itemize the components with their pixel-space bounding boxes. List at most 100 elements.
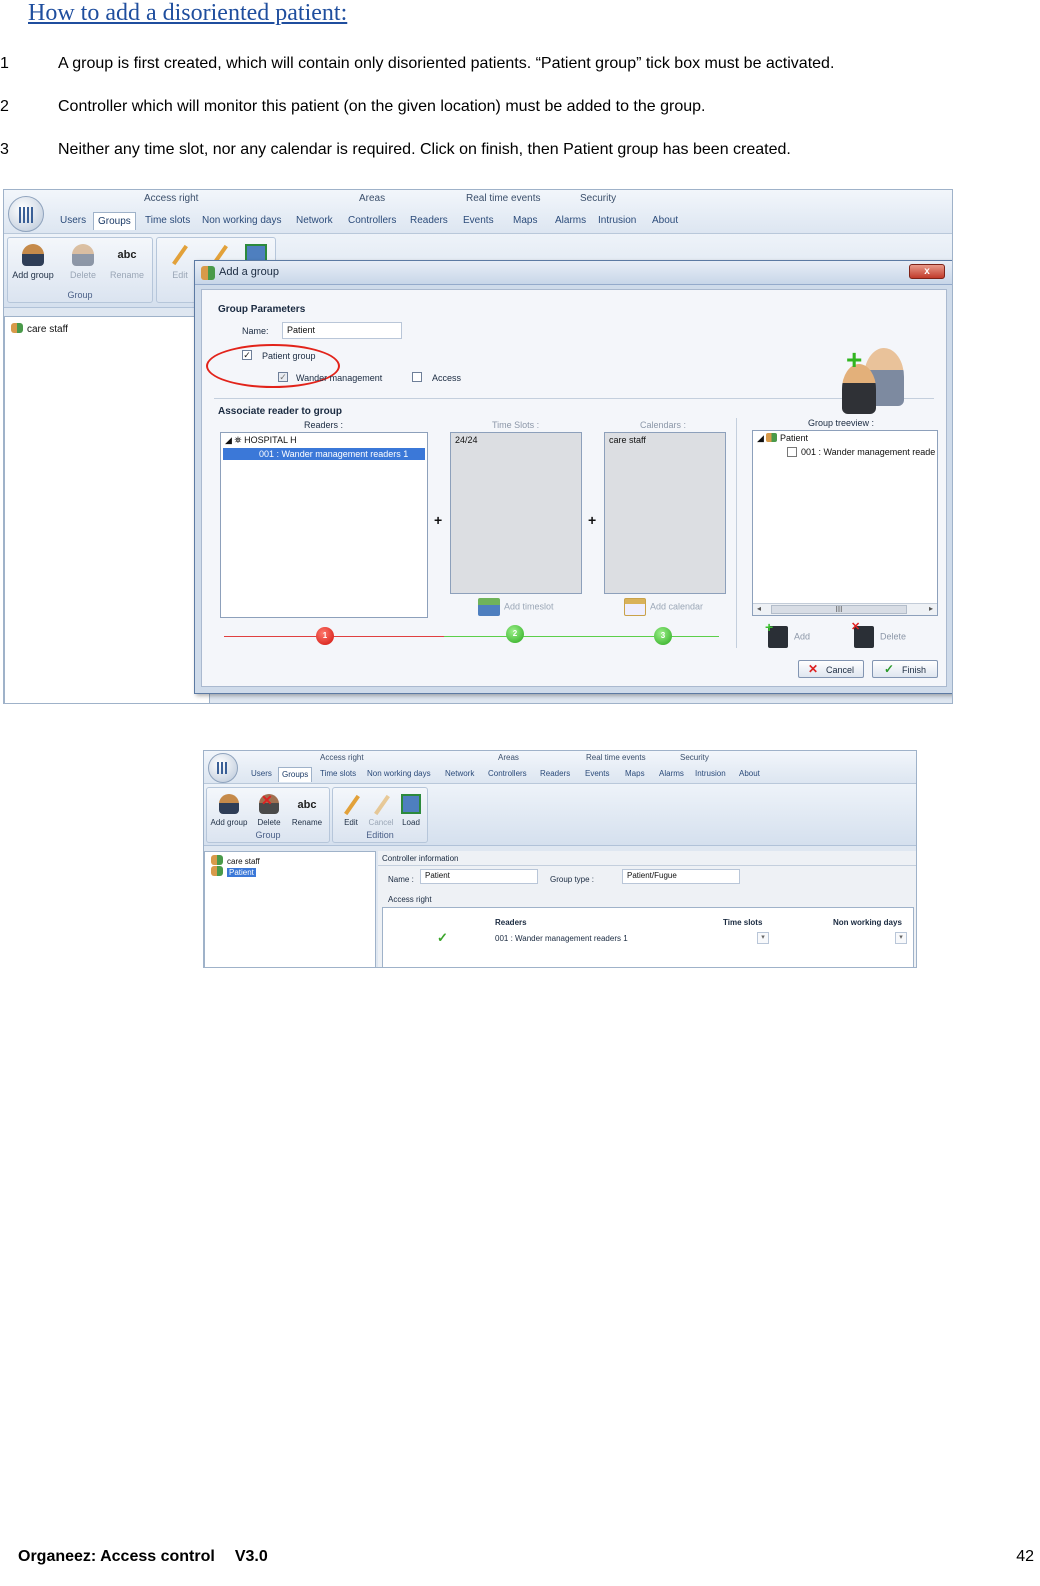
delete-icon	[851, 620, 874, 648]
group-list-pane: care staff Patient	[204, 851, 376, 967]
load-label: Load	[402, 818, 420, 827]
pencil-icon	[169, 244, 191, 266]
calendar-item[interactable]: care staff	[609, 435, 646, 445]
group-icon	[211, 866, 223, 876]
tree-child-item[interactable]: 001 : Wander management reade	[787, 447, 935, 457]
tree-item-patient[interactable]: Patient	[211, 866, 256, 877]
tab-events[interactable]: Events	[459, 212, 498, 230]
access-label: Access	[432, 373, 462, 383]
tab-users[interactable]: Users	[56, 212, 90, 230]
toolbar-group-label: Group	[67, 290, 93, 300]
rename-icon: abc	[117, 249, 137, 261]
delete-reader-button[interactable]: Delete	[851, 620, 907, 648]
reader-list-item[interactable]: 001 : Wander management readers 1	[223, 448, 425, 460]
add-group-button[interactable]: Add group	[209, 794, 249, 827]
group-treeview[interactable]: ◢ Patient 001 : Wander management reade …	[752, 430, 938, 616]
readers-list[interactable]: ◢ ⛯ HOSPITAL H 001 : Wander management r…	[220, 432, 428, 618]
progress-track-green	[444, 636, 719, 637]
tab-controllers[interactable]: Controllers	[485, 767, 530, 782]
tab-intrusion[interactable]: Intrusion	[692, 767, 729, 782]
scroll-left-icon[interactable]: ◂	[757, 604, 761, 613]
progress-track-red	[224, 636, 444, 637]
add-timeslot-button[interactable]: Add timeslot	[478, 598, 554, 616]
vertical-divider	[736, 418, 737, 648]
group-name-field[interactable]: Patient	[420, 869, 538, 884]
timeslot-icon	[478, 598, 500, 616]
tab-readers[interactable]: Readers	[406, 212, 452, 230]
delete-user-icon	[259, 792, 279, 814]
add-user-icon	[219, 794, 239, 814]
tab-alarms[interactable]: Alarms	[551, 212, 590, 230]
tab-non-working-days[interactable]: Non working days	[364, 767, 434, 782]
delete-label: Delete	[880, 631, 907, 642]
add-reader-button[interactable]: Add	[765, 619, 810, 648]
wander-management-checkbox[interactable]: ✓	[278, 372, 288, 382]
delete-group-button[interactable]: Delete	[60, 244, 106, 280]
rename-icon: abc	[297, 799, 317, 811]
tree-item-care-staff[interactable]: care staff	[11, 323, 68, 335]
app-logo-icon[interactable]	[208, 753, 238, 783]
non-working-days-dropdown[interactable]: ▾	[895, 932, 907, 944]
ribbon-group-label: Access right	[144, 193, 199, 204]
group-detail-pane: Controller information Name : Patient Gr…	[378, 851, 916, 967]
tab-groups[interactable]: Groups	[278, 767, 313, 782]
tab-events[interactable]: Events	[582, 767, 612, 782]
tab-controllers[interactable]: Controllers	[344, 212, 400, 230]
scroll-thumb[interactable]: III	[771, 605, 907, 614]
group-name-input[interactable]: Patient	[282, 322, 402, 339]
toolbar-group-edition: Edit Cancel Load Edition	[332, 787, 428, 843]
tab-groups[interactable]: Groups	[93, 212, 136, 230]
tab-network[interactable]: Network	[292, 212, 337, 230]
calendars-list[interactable]: care staff	[604, 432, 726, 594]
group-list-pane: care staff	[4, 316, 210, 703]
cancel-button[interactable]: ✕ Cancel	[798, 660, 864, 678]
group-type-field[interactable]: Patient/Fugue	[622, 869, 740, 884]
access-right-table: Readers Time slots Non working days ✓ 00…	[382, 907, 914, 967]
rename-group-button[interactable]: abc Rename	[287, 794, 327, 827]
add-icon	[765, 619, 788, 648]
tab-maps[interactable]: Maps	[509, 212, 541, 230]
delete-label: Delete	[69, 270, 96, 280]
time-slot-item[interactable]: 24/24	[455, 435, 478, 445]
ribbon-header: Access right Areas Real time events Secu…	[204, 751, 916, 784]
tree-child-label: 001 : Wander management reade	[801, 447, 936, 457]
app-logo-icon[interactable]	[8, 196, 44, 232]
rename-group-button[interactable]: abc Rename	[104, 244, 150, 280]
ribbon-group-label: Security	[580, 193, 617, 204]
name-label: Name :	[388, 875, 414, 884]
tab-time-slots[interactable]: Time slots	[141, 212, 194, 230]
controller-information-heading: Controller information	[382, 854, 459, 863]
group-icon	[201, 266, 215, 280]
tab-about[interactable]: About	[648, 212, 682, 230]
tab-time-slots[interactable]: Time slots	[317, 767, 359, 782]
group-treeview-label: Group treeview :	[808, 418, 875, 428]
tree-root-item[interactable]: ◢ Patient	[757, 433, 808, 444]
group-icon	[11, 323, 23, 333]
tab-users[interactable]: Users	[248, 767, 275, 782]
plus-sign: +	[434, 512, 443, 528]
close-button[interactable]: x	[909, 264, 945, 279]
add-group-button[interactable]: Add group	[10, 244, 56, 280]
add-group-label: Add group	[210, 818, 248, 827]
tree-item-care-staff[interactable]: care staff	[211, 855, 260, 866]
time-slots-list[interactable]: 24/24	[450, 432, 582, 594]
ribbon-group-label: Real time events	[466, 193, 541, 204]
access-checkbox[interactable]	[412, 372, 422, 382]
scroll-right-icon[interactable]: ▸	[929, 604, 933, 613]
tab-non-working-days[interactable]: Non working days	[198, 212, 285, 230]
horizontal-scrollbar[interactable]: ◂ III ▸	[753, 603, 937, 615]
finish-button[interactable]: ✓ Finish	[872, 660, 938, 678]
load-button[interactable]: Load	[391, 794, 431, 827]
tab-about[interactable]: About	[736, 767, 763, 782]
associate-reader-heading: Associate reader to group	[218, 406, 342, 417]
tab-network[interactable]: Network	[442, 767, 477, 782]
tab-maps[interactable]: Maps	[622, 767, 648, 782]
step-text: Controller which will monitor this patie…	[58, 98, 706, 115]
tab-intrusion[interactable]: Intrusion	[594, 212, 640, 230]
time-slots-dropdown[interactable]: ▾	[757, 932, 769, 944]
add-calendar-button[interactable]: Add calendar	[624, 598, 703, 616]
tab-alarms[interactable]: Alarms	[656, 767, 687, 782]
reader-root-item[interactable]: ◢ ⛯ HOSPITAL H	[225, 435, 297, 446]
delete-group-button[interactable]: Delete	[249, 792, 289, 827]
tab-readers[interactable]: Readers	[537, 767, 573, 782]
